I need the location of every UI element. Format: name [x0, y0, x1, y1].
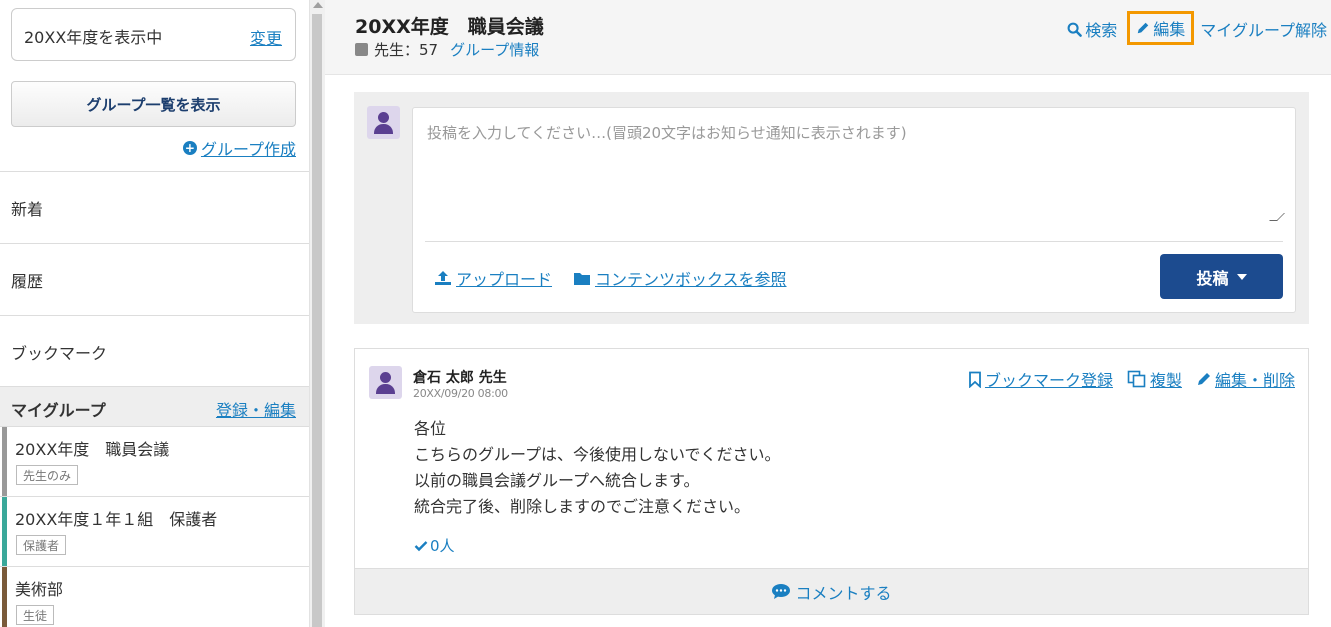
group-name: 20XX年度 職員会議: [15, 440, 170, 459]
pencil-icon: [1197, 373, 1210, 385]
edit-delete-label: 編集・削除: [1214, 371, 1295, 390]
main-content: 20XX年度 職員会議 先生：57 グループ情報 検索 編集 マイグループ解除 …: [325, 0, 1331, 627]
group-info-link[interactable]: グループ情報: [450, 39, 539, 60]
search-label: 検索: [1085, 21, 1118, 40]
mygroup-header: マイグループ 登録・編集: [0, 386, 309, 426]
group-list-button[interactable]: グループ一覧を表示: [11, 81, 296, 127]
edit-delete-button[interactable]: 編集・削除: [1196, 367, 1295, 391]
message-line: 以前の職員会議グループへ統合します。: [414, 471, 700, 490]
folder-icon: [574, 272, 590, 285]
year-selector: 20XX年度を表示中 変更: [11, 8, 296, 61]
contents-box-link[interactable]: コンテンツボックスを参照: [573, 266, 787, 290]
create-group-link[interactable]: + グループ作成: [182, 136, 296, 160]
create-group-label: グループ作成: [200, 140, 296, 159]
user-avatar-icon: [367, 106, 400, 139]
group-color-bar: [2, 497, 7, 566]
message-date: 20XX/09/20 08:00: [413, 387, 508, 400]
mygroup-item[interactable]: 20XX年度１年１組 保護者 保護者: [0, 496, 309, 566]
check-icon: [414, 540, 428, 551]
group-name: 美術部: [15, 580, 64, 599]
message-line: こちらのグループは、今後使用しないでください。: [414, 445, 781, 464]
scroll-thumb[interactable]: [312, 14, 322, 627]
mygroup-item[interactable]: 美術部 生徒: [0, 566, 309, 627]
year-change-link[interactable]: 変更: [250, 25, 282, 49]
bookmark-button[interactable]: ブックマーク登録: [968, 367, 1113, 391]
year-display: 20XX年度を表示中: [24, 28, 163, 47]
comment-label: コメントする: [795, 583, 892, 603]
upload-icon: [435, 271, 451, 285]
speech-bubble-icon: [772, 584, 791, 599]
member-count-label: 先生：57: [374, 41, 439, 59]
leave-mygroup-button[interactable]: マイグループ解除: [1200, 17, 1327, 41]
group-color-bar: [2, 427, 7, 496]
message-line: 各位: [414, 419, 447, 438]
mygroup-title: マイグループ: [11, 401, 106, 420]
post-card: 投稿を入力してください…(冒頭20文字はお知らせ通知に表示されます) アップロー…: [412, 107, 1296, 313]
comment-button[interactable]: コメントする: [355, 568, 1308, 614]
sidebar: 20XX年度を表示中 変更 グループ一覧を表示 + グループ作成 新着 履歴 ブ…: [0, 0, 309, 627]
message-author: 倉石 太郎 先生: [413, 370, 507, 386]
copy-icon: [1127, 370, 1146, 388]
group-name: 20XX年度１年１組 保護者: [15, 510, 218, 529]
duplicate-label: 複製: [1149, 371, 1182, 390]
nav-item-history[interactable]: 履歴: [0, 243, 309, 315]
caret-down-icon: [1236, 273, 1247, 280]
sidebar-scrollbar[interactable]: [309, 0, 325, 627]
upload-label: アップロード: [456, 270, 553, 289]
contents-box-label: コンテンツボックスを参照: [595, 270, 787, 289]
post-button[interactable]: 投稿: [1160, 254, 1283, 299]
like-count[interactable]: 0人: [414, 535, 455, 556]
header-actions: 検索 編集 マイグループ解除: [1067, 11, 1327, 45]
upload-link[interactable]: アップロード: [434, 266, 552, 290]
member-square-icon: [355, 43, 368, 56]
mygroup-item[interactable]: 20XX年度 職員会議 先生のみ: [0, 426, 309, 496]
edit-group-button[interactable]: 編集: [1127, 11, 1195, 45]
page-title: 20XX年度 職員会議: [355, 16, 544, 38]
bookmark-label: ブックマーク登録: [984, 371, 1113, 390]
member-count: 先生：57 グループ情報: [355, 39, 539, 60]
post-button-label: 投稿: [1196, 268, 1229, 288]
edit-label: 編集: [1153, 20, 1186, 39]
group-color-bar: [2, 567, 7, 627]
message-actions: ブックマーク登録 複製 編集・削除: [968, 367, 1295, 391]
group-tag: 先生のみ: [16, 465, 79, 485]
plus-circle-icon: +: [182, 141, 197, 155]
bookmark-icon: [969, 371, 981, 388]
pencil-icon: [1138, 22, 1149, 34]
search-icon: [1067, 22, 1083, 37]
resize-grip-icon[interactable]: [1269, 213, 1285, 221]
scroll-up-arrow-icon[interactable]: [313, 2, 323, 8]
message-line: 統合完了後、削除しますのでご注意ください。: [414, 497, 751, 516]
mygroup-edit-link[interactable]: 登録・編集: [216, 397, 296, 421]
author-avatar-icon: [369, 366, 402, 399]
post-input[interactable]: 投稿を入力してください…(冒頭20文字はお知らせ通知に表示されます): [427, 122, 907, 143]
group-header: 20XX年度 職員会議 先生：57 グループ情報 検索 編集 マイグループ解除: [325, 0, 1331, 75]
message-body: 各位 こちらのグループは、今後使用しないでください。 以前の職員会議グループへ統…: [414, 416, 781, 520]
like-count-label: 0人: [430, 537, 455, 555]
duplicate-button[interactable]: 複製: [1127, 367, 1182, 391]
group-tag: 保護者: [16, 535, 67, 555]
message-card: 倉石 太郎 先生 20XX/09/20 08:00 ブックマーク登録 複製 編集…: [354, 348, 1309, 615]
nav-item-bookmark[interactable]: ブックマーク: [0, 315, 309, 387]
nav-item-new[interactable]: 新着: [0, 171, 309, 243]
search-button[interactable]: 検索: [1067, 17, 1117, 41]
group-tag: 生徒: [16, 605, 55, 625]
post-composer: 投稿を入力してください…(冒頭20文字はお知らせ通知に表示されます) アップロー…: [354, 92, 1309, 324]
divider: [425, 241, 1283, 242]
